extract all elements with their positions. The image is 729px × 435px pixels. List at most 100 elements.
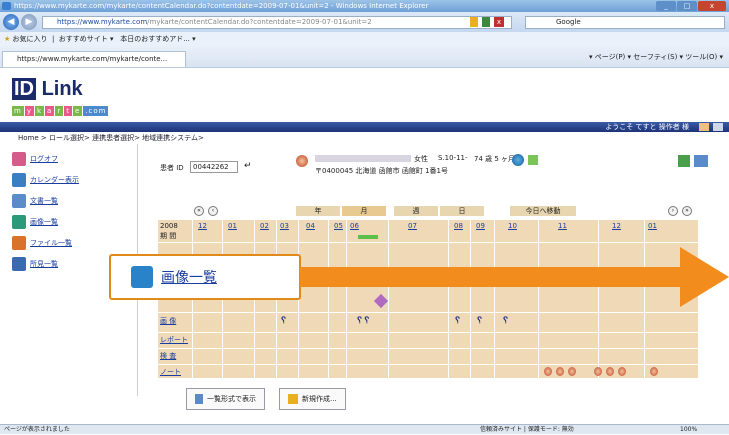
period-label: 期 間 bbox=[160, 232, 177, 240]
globe-icon[interactable] bbox=[512, 154, 524, 166]
window-icon[interactable] bbox=[713, 123, 723, 131]
minimize-icon[interactable]: _ bbox=[656, 1, 676, 11]
image-list-callout[interactable]: 画像一覧 bbox=[109, 254, 301, 300]
logo-id-box: ID bbox=[12, 78, 36, 100]
sidebar-item-logoff[interactable]: ログオフ bbox=[12, 150, 58, 168]
list-view-icon bbox=[195, 394, 203, 404]
row-label-reports[interactable]: レポート bbox=[160, 335, 188, 345]
browser-tab[interactable]: https://www.mykarte.com/mykarte/conte... bbox=[2, 51, 186, 67]
note-person-icon[interactable] bbox=[606, 367, 614, 376]
calendar-year: 2008 bbox=[160, 222, 178, 230]
sidebar-item-images[interactable]: 画像一覧 bbox=[12, 213, 58, 231]
patient-address: 〒0400045 北海道 函館市 函館町 1番1号 bbox=[315, 167, 448, 175]
sidebar-item-label: 画像一覧 bbox=[30, 218, 58, 226]
fast-forward-icon[interactable]: » bbox=[682, 206, 692, 216]
patient-name-redacted bbox=[315, 155, 411, 162]
week-button[interactable]: 週 bbox=[394, 206, 438, 216]
url-host: https://www.mykarte.com bbox=[57, 18, 148, 26]
file-list-icon bbox=[12, 236, 26, 250]
favorites-button[interactable]: お気に入り bbox=[13, 35, 48, 43]
breadcrumb[interactable]: Home > ロール選択> 連携患者選択> 地域連携システム> bbox=[18, 133, 204, 143]
patient-avatar bbox=[296, 155, 308, 167]
star-icon[interactable]: ★ bbox=[4, 35, 10, 43]
sidebar-item-label: カレンダー表示 bbox=[30, 176, 79, 184]
patient-sex: 女性 bbox=[414, 155, 428, 163]
month-header[interactable]: 01 bbox=[648, 222, 657, 230]
sidebar-item-documents[interactable]: 文書一覧 bbox=[12, 192, 58, 210]
ie-command-bar[interactable]: ▾ ページ(P) ▾ セーフティ(S) ▾ ツール(O) ▾ bbox=[589, 51, 723, 63]
todays-pick-link[interactable]: 本日のおすすめアド... ▾ bbox=[120, 35, 195, 43]
patient-age: 74 歳 5 ヶ月 bbox=[474, 155, 516, 163]
next-icon[interactable]: › bbox=[668, 206, 678, 216]
image-marker-icon[interactable]: ␦ bbox=[502, 316, 509, 326]
month-header[interactable]: 07 bbox=[408, 222, 417, 230]
month-header[interactable]: 11 bbox=[558, 222, 567, 230]
note-person-icon[interactable] bbox=[568, 367, 576, 376]
sidebar-item-findings[interactable]: 所見一覧 bbox=[12, 255, 58, 273]
grid-row-line bbox=[158, 364, 698, 365]
suggested-sites-link[interactable]: おすすめサイト ▾ bbox=[59, 35, 114, 43]
forward-icon[interactable]: ▶ bbox=[21, 14, 37, 30]
month-header[interactable]: 03 bbox=[280, 222, 289, 230]
prev-icon[interactable]: ‹ bbox=[208, 206, 218, 216]
row-label-images[interactable]: 画 像 bbox=[160, 316, 176, 326]
window-title: https://www.mykarte.com/mykarte/contentC… bbox=[14, 2, 429, 10]
note-person-icon[interactable] bbox=[594, 367, 602, 376]
month-header[interactable]: 06 bbox=[350, 222, 359, 230]
favorites-bar: ★ お気に入り | おすすめサイト ▾ 本日のおすすめアド... ▾ bbox=[0, 32, 729, 46]
search-input[interactable]: Google bbox=[525, 16, 725, 29]
row-label-tests[interactable]: 検 査 bbox=[160, 351, 176, 361]
refresh-green-icon[interactable] bbox=[678, 155, 690, 167]
maximize-icon[interactable]: □ bbox=[677, 1, 697, 11]
fast-back-icon[interactable]: « bbox=[194, 206, 204, 216]
window-title-bar: https://www.mykarte.com/mykarte/contentC… bbox=[0, 0, 729, 12]
month-header[interactable]: 12 bbox=[612, 222, 621, 230]
image-marker-icon[interactable]: ␦ bbox=[454, 316, 461, 326]
grid-row-line bbox=[158, 332, 698, 333]
stop-icon[interactable]: x bbox=[494, 17, 504, 27]
month-button[interactable]: 月 bbox=[342, 206, 386, 216]
image-marker-icon[interactable]: ␦ bbox=[280, 316, 287, 326]
address-bar[interactable]: https://www.mykarte.com/mykarte/contentC… bbox=[42, 16, 512, 29]
month-header[interactable]: 10 bbox=[508, 222, 517, 230]
mykarte-letter: r bbox=[55, 106, 64, 116]
sidebar-item-label: ファイル一覧 bbox=[30, 239, 72, 247]
user-icon[interactable] bbox=[699, 123, 709, 131]
image-marker-icon[interactable]: ␦␦ bbox=[356, 316, 370, 326]
enter-icon[interactable]: ↵ bbox=[244, 161, 252, 171]
list-view-button[interactable]: 一覧形式で表示 bbox=[186, 388, 265, 410]
image-list-icon bbox=[131, 266, 153, 288]
edit-icon[interactable] bbox=[528, 155, 538, 165]
note-person-icon[interactable] bbox=[618, 367, 626, 376]
image-list-icon bbox=[12, 215, 26, 229]
grid-row-line bbox=[158, 242, 698, 243]
back-icon[interactable]: ◀ bbox=[3, 14, 19, 30]
month-header[interactable]: 05 bbox=[334, 222, 343, 230]
month-header[interactable]: 08 bbox=[454, 222, 463, 230]
refresh-icon[interactable] bbox=[482, 17, 490, 27]
new-create-button[interactable]: 新規作成... bbox=[279, 388, 346, 410]
goto-today-button[interactable]: 今日へ移動 bbox=[510, 206, 576, 216]
month-header[interactable]: 01 bbox=[228, 222, 237, 230]
month-header[interactable]: 09 bbox=[476, 222, 485, 230]
export-icon[interactable] bbox=[694, 155, 708, 167]
sidebar-item-files[interactable]: ファイル一覧 bbox=[12, 234, 72, 252]
lock-icon[interactable] bbox=[470, 17, 478, 27]
month-header[interactable]: 02 bbox=[260, 222, 269, 230]
note-person-icon[interactable] bbox=[650, 367, 658, 376]
sidebar-item-calendar[interactable]: カレンダー表示 bbox=[12, 171, 79, 189]
month-header[interactable]: 04 bbox=[306, 222, 315, 230]
note-person-icon[interactable] bbox=[544, 367, 552, 376]
day-button[interactable]: 日 bbox=[440, 206, 484, 216]
patient-id-label: 患者 ID bbox=[160, 164, 184, 172]
month-header[interactable]: 12 bbox=[198, 222, 207, 230]
close-icon[interactable]: x bbox=[698, 1, 726, 11]
patient-id-field[interactable]: 00442262 bbox=[190, 161, 238, 173]
year-button[interactable]: 年 bbox=[296, 206, 340, 216]
image-marker-icon[interactable]: ␦ bbox=[476, 316, 483, 326]
note-person-icon[interactable] bbox=[556, 367, 564, 376]
sidebar-item-label: ログオフ bbox=[30, 155, 58, 163]
mykarte-letter: t bbox=[64, 106, 72, 116]
row-label-notes[interactable]: ノート bbox=[160, 367, 181, 377]
mykarte-letter: y bbox=[24, 106, 34, 116]
